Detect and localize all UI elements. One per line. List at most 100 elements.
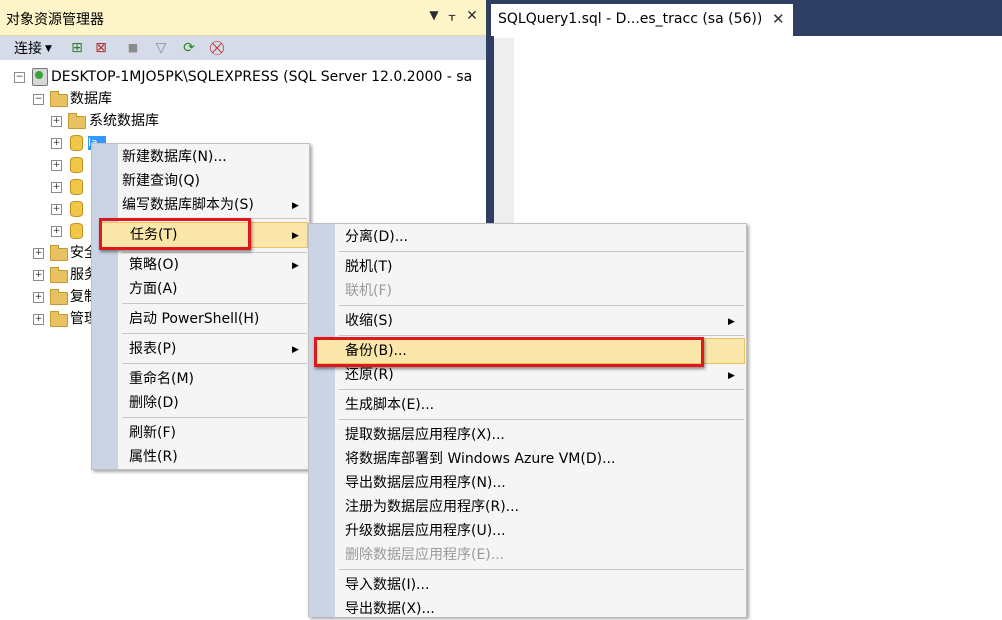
disconnect-icon[interactable]: ⊠ (92, 39, 110, 57)
activity-monitor-icon[interactable]: ⛒ (208, 39, 226, 57)
tasks-submenu: 分离(D)... 脱机(T) 联机(F) 收缩(S) ▶ 备份(B)... 还原… (308, 223, 747, 617)
tree-node-database[interactable]: + (51, 176, 91, 198)
expand-icon[interactable]: + (51, 226, 62, 237)
object-explorer-title: 对象资源管理器 (6, 12, 104, 28)
folder-icon (50, 267, 68, 283)
menu-item-register-data-tier[interactable]: 注册为数据层应用程序(R)... (345, 496, 519, 518)
collapse-icon[interactable]: − (33, 94, 44, 105)
tab-sqlquery1[interactable]: SQLQuery1.sql - D...es_tracc (sa (56)) ✕ (491, 4, 793, 36)
expand-icon[interactable]: + (51, 116, 62, 127)
annotation-box-backup (314, 337, 704, 367)
menu-separator (339, 251, 744, 252)
menu-item-reports[interactable]: 报表(P) (129, 338, 176, 360)
menu-separator (339, 335, 744, 336)
menu-item-deploy-to-azure-vm[interactable]: 将数据库部署到 Windows Azure VM(D)... (345, 448, 615, 470)
filter-icon[interactable]: ▽ (152, 39, 170, 57)
expand-icon[interactable]: + (33, 314, 44, 325)
submenu-arrow-icon: ▶ (292, 231, 299, 241)
connect-label: 连接 (14, 41, 42, 57)
menu-item-properties[interactable]: 属性(R) (129, 446, 178, 468)
database-icon (70, 157, 83, 173)
menu-item-delete-data-tier: 删除数据层应用程序(E)... (345, 547, 505, 563)
menu-separator (122, 363, 307, 364)
folder-icon (50, 311, 68, 327)
object-explorer-title-bar: 对象资源管理器 ▼ ᚁ ✕ (0, 0, 486, 36)
menu-separator (122, 303, 307, 304)
database-icon (70, 135, 83, 151)
menu-item-refresh[interactable]: 刷新(F) (129, 422, 176, 444)
annotation-box-tasks (99, 218, 251, 250)
close-icon[interactable]: ✕ (464, 8, 480, 24)
menu-item-extract-data-tier[interactable]: 提取数据层应用程序(X)... (345, 424, 505, 446)
tree-node-security[interactable]: + 安全 (33, 242, 98, 264)
menu-item-delete[interactable]: 删除(D) (129, 392, 179, 414)
tree-node-server-objects[interactable]: + 服务 (33, 264, 98, 286)
tab-label: SQLQuery1.sql - D...es_tracc (sa (56)) (498, 11, 763, 27)
tree-node-management[interactable]: + 管理 (33, 308, 98, 330)
menu-item-policies[interactable]: 策略(O) (129, 254, 179, 276)
menu-separator (339, 389, 744, 390)
submenu-arrow-icon: ▶ (292, 201, 299, 211)
expand-icon[interactable]: + (33, 248, 44, 259)
submenu-arrow-icon: ▶ (728, 317, 735, 327)
tree-node-system-databases[interactable]: + 系统数据库 (51, 110, 251, 132)
folder-icon (50, 289, 68, 305)
expand-icon[interactable]: + (51, 204, 62, 215)
menu-item-script-database-as[interactable]: 编写数据库脚本为(S) (122, 194, 254, 216)
submenu-arrow-icon: ▶ (728, 371, 735, 381)
tree-node-server[interactable]: − DESKTOP-1MJO5PK\SQLEXPRESS (SQL Server… (14, 66, 484, 88)
menu-item-facets[interactable]: 方面(A) (129, 278, 178, 300)
server-icon (32, 68, 48, 86)
tree-node-database[interactable]: + (51, 198, 91, 220)
object-explorer-toolbar: 连接 ▼ ⊞ ⊠ ■ ▽ ⟳ ⛒ (0, 36, 486, 60)
menu-icon-gutter (309, 224, 335, 617)
system-databases-label: 系统数据库 (89, 113, 159, 129)
menu-separator (339, 419, 744, 420)
menu-item-import-data[interactable]: 导入数据(I)... (345, 574, 429, 596)
menu-item-start-powershell[interactable]: 启动 PowerShell(H) (129, 308, 259, 330)
menu-separator (122, 333, 307, 334)
window-position-dropdown-icon[interactable]: ▼ (426, 8, 442, 22)
folder-icon (68, 113, 86, 129)
database-icon (70, 223, 83, 239)
collapse-icon[interactable]: − (14, 72, 25, 83)
menu-item-bring-online: 联机(F) (345, 283, 392, 299)
close-tab-icon[interactable]: ✕ (772, 10, 785, 28)
menu-item-new-database[interactable]: 新建数据库(N)... (122, 146, 227, 168)
expand-icon[interactable]: + (51, 138, 62, 149)
menu-item-take-offline[interactable]: 脱机(T) (345, 256, 392, 278)
menu-item-new-query[interactable]: 新建查询(Q) (122, 170, 200, 192)
tree-node-database[interactable]: + (51, 220, 91, 242)
chevron-down-icon: ▼ (45, 44, 52, 54)
connect-button[interactable]: 连接 ▼ (14, 38, 52, 58)
database-icon (70, 179, 83, 195)
menu-separator (122, 252, 307, 253)
menu-item-shrink[interactable]: 收缩(S) (345, 310, 393, 332)
expand-icon[interactable]: + (51, 182, 62, 193)
menu-item-export-data-tier[interactable]: 导出数据层应用程序(N)... (345, 472, 506, 494)
menu-separator (339, 305, 744, 306)
menu-item-rename[interactable]: 重命名(M) (129, 368, 194, 390)
expand-icon[interactable]: + (33, 292, 44, 303)
pin-icon[interactable]: ᚁ (444, 8, 460, 23)
connect-object-explorer-icon[interactable]: ⊞ (68, 39, 86, 57)
menu-item-generate-scripts[interactable]: 生成脚本(E)... (345, 394, 434, 416)
menu-icon-gutter (92, 144, 118, 469)
menu-item-restore[interactable]: 还原(R) (345, 364, 394, 386)
refresh-icon[interactable]: ⟳ (180, 39, 198, 57)
submenu-arrow-icon: ▶ (292, 345, 299, 355)
expand-icon[interactable]: + (51, 160, 62, 171)
database-icon (70, 201, 83, 217)
stop-icon[interactable]: ■ (124, 39, 142, 57)
tree-node-replication[interactable]: + 复制 (33, 286, 98, 308)
folder-icon (50, 245, 68, 261)
menu-item-detach[interactable]: 分离(D)... (345, 226, 408, 248)
databases-label: 数据库 (70, 91, 112, 107)
server-label: DESKTOP-1MJO5PK\SQLEXPRESS (SQL Server 1… (51, 69, 473, 85)
folder-icon (50, 91, 68, 107)
menu-item-upgrade-data-tier[interactable]: 升级数据层应用程序(U)... (345, 520, 506, 542)
tree-node-database[interactable]: + (51, 154, 91, 176)
expand-icon[interactable]: + (33, 270, 44, 281)
tree-node-databases[interactable]: − 数据库 (33, 88, 233, 110)
menu-separator (122, 417, 307, 418)
